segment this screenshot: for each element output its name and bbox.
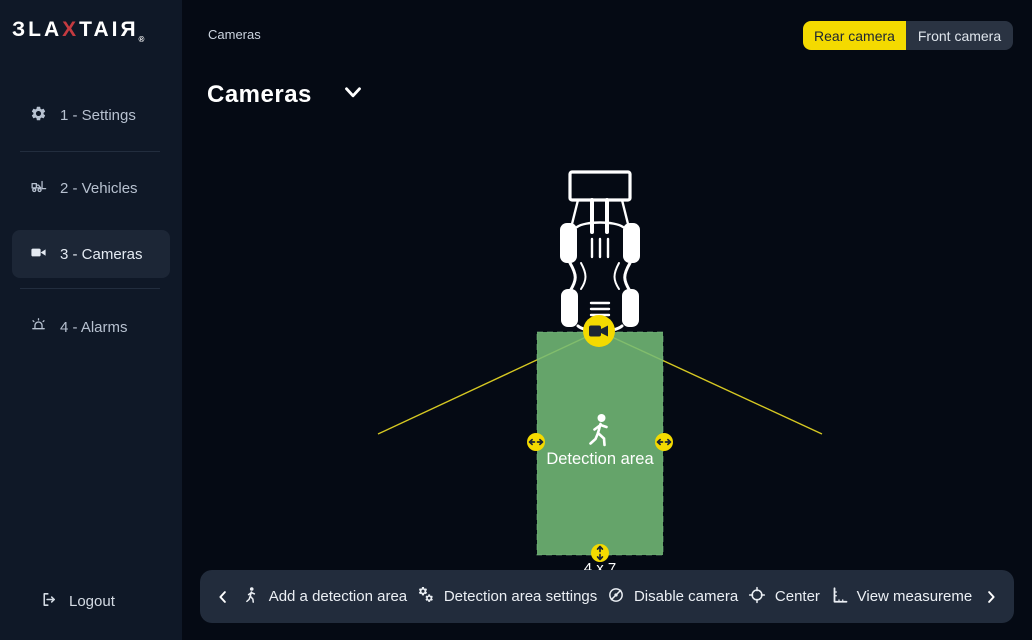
pedestrian-icon bbox=[242, 586, 260, 608]
view-measurements-button[interactable]: View measureme bbox=[830, 586, 973, 608]
sidebar-divider bbox=[20, 288, 160, 289]
camera-off-icon bbox=[607, 586, 625, 608]
toolbar-item-label: View measureme bbox=[857, 588, 973, 605]
front-camera-button[interactable]: Front camera bbox=[906, 21, 1013, 50]
chevron-left-icon[interactable] bbox=[214, 588, 232, 606]
forklift-graphic bbox=[560, 172, 640, 331]
detection-area[interactable] bbox=[537, 332, 663, 555]
resize-handle-right[interactable] bbox=[655, 433, 673, 451]
toolbar-item-label: Disable camera bbox=[634, 588, 738, 605]
forklift-icon bbox=[30, 178, 47, 199]
sidebar-item-settings[interactable]: 1 - Settings bbox=[12, 95, 170, 135]
breadcrumb: Cameras bbox=[208, 27, 261, 42]
toolbar-item-label: Add a detection area bbox=[269, 588, 407, 605]
gear-icon bbox=[30, 105, 47, 126]
rear-camera-button[interactable]: Rear camera bbox=[803, 21, 906, 50]
bottom-toolbar: Add a detection area Detection area sett… bbox=[200, 570, 1014, 623]
brand-logo: ЗLAXTAIЯ® bbox=[12, 18, 144, 44]
gears-icon bbox=[417, 586, 435, 608]
chevron-right-icon[interactable] bbox=[982, 588, 1000, 606]
center-button[interactable]: Center bbox=[748, 586, 820, 608]
resize-handle-bottom[interactable] bbox=[591, 544, 609, 562]
logout-label: Logout bbox=[69, 593, 115, 610]
logo-text-suffix: TAIЯ bbox=[79, 18, 138, 41]
registered-mark: ® bbox=[139, 35, 145, 44]
page-title: Cameras bbox=[207, 81, 312, 109]
app-window: ЗLAXTAIЯ® 1 - Settings 2 - Vehicles 3 - … bbox=[0, 0, 1032, 640]
disable-camera-button[interactable]: Disable camera bbox=[607, 586, 738, 608]
add-detection-area-button[interactable]: Add a detection area bbox=[242, 586, 407, 608]
logo-letter-x: X bbox=[62, 18, 79, 41]
camera-switch: Rear camera Front camera bbox=[803, 21, 1013, 50]
sidebar-item-alarms[interactable]: 4 - Alarms bbox=[12, 307, 170, 347]
logout-button[interactable]: Logout bbox=[12, 591, 170, 612]
chevron-down-icon[interactable] bbox=[340, 79, 366, 110]
page-title-row: Cameras bbox=[207, 79, 366, 110]
detection-area-settings-button[interactable]: Detection area settings bbox=[417, 586, 597, 608]
logout-icon bbox=[40, 591, 57, 612]
ruler-icon bbox=[830, 586, 848, 608]
sidebar-item-label: 4 - Alarms bbox=[60, 319, 128, 336]
sidebar-item-label: 3 - Cameras bbox=[60, 246, 143, 263]
video-camera-icon bbox=[30, 244, 47, 265]
sidebar-item-vehicles[interactable]: 2 - Vehicles bbox=[12, 168, 170, 208]
toolbar-item-label: Center bbox=[775, 588, 820, 605]
sidebar-item-label: 2 - Vehicles bbox=[60, 180, 138, 197]
sidebar-divider bbox=[20, 151, 160, 152]
logo-text-prefix: ЗLA bbox=[12, 18, 62, 41]
toolbar-item-label: Detection area settings bbox=[444, 588, 597, 605]
sidebar: ЗLAXTAIЯ® 1 - Settings 2 - Vehicles 3 - … bbox=[0, 0, 182, 640]
crosshair-icon bbox=[748, 586, 766, 608]
sidebar-item-label: 1 - Settings bbox=[60, 107, 136, 124]
sidebar-item-cameras[interactable]: 3 - Cameras bbox=[12, 230, 170, 278]
resize-handle-left[interactable] bbox=[527, 433, 545, 451]
alarm-icon bbox=[30, 317, 47, 338]
camera-marker[interactable] bbox=[583, 315, 615, 347]
